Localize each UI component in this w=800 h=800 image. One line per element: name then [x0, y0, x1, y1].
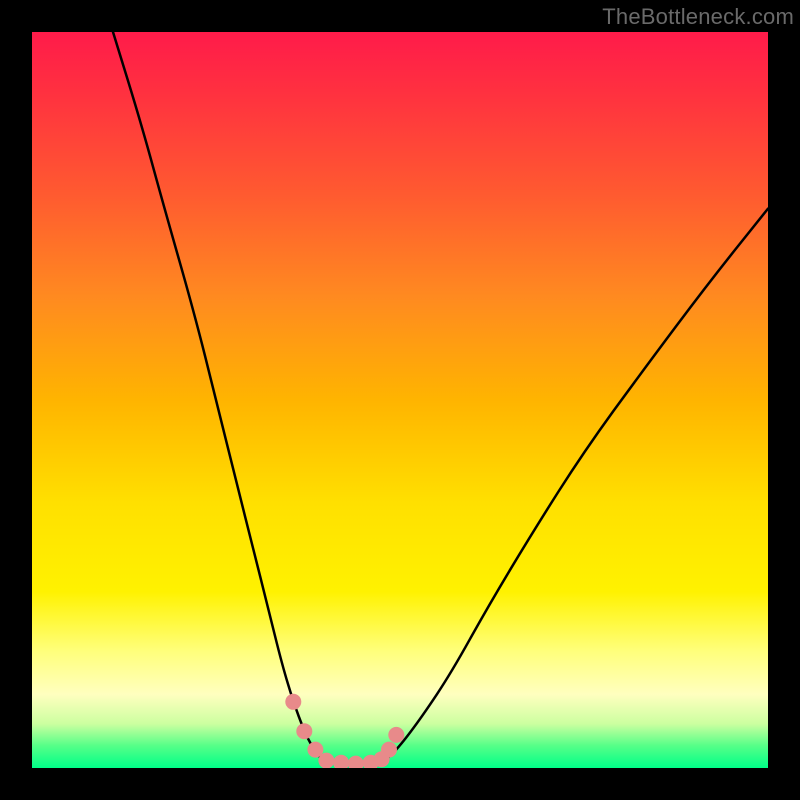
- marker-group: [285, 694, 404, 768]
- marker-dot: [285, 694, 301, 710]
- marker-dot: [388, 727, 404, 743]
- outer-frame: TheBottleneck.com: [0, 0, 800, 800]
- curve-path: [113, 32, 768, 763]
- curve-group: [113, 32, 768, 763]
- plot-area: [32, 32, 768, 768]
- marker-dot: [318, 753, 334, 768]
- marker-dot: [348, 756, 364, 768]
- curve-canvas: [32, 32, 768, 768]
- watermark-text: TheBottleneck.com: [602, 4, 794, 30]
- marker-dot: [381, 742, 397, 758]
- marker-dot: [333, 755, 349, 768]
- marker-dot: [296, 723, 312, 739]
